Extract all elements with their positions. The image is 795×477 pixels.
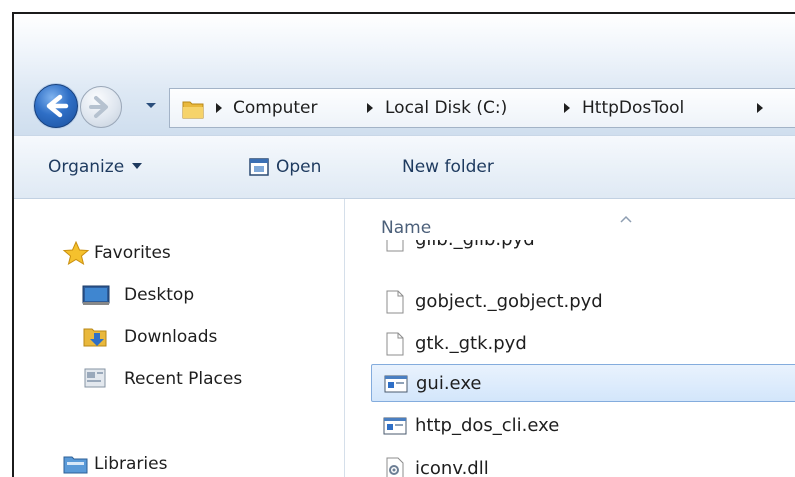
downloads-icon	[83, 328, 107, 347]
explorer-window: Computer Local Disk (C:) HttpDosTool Org…	[12, 12, 795, 477]
file-row[interactable]: iconv.dll	[371, 450, 795, 477]
back-arrow-icon	[46, 94, 69, 118]
nav-recent-places[interactable]: Recent Places	[124, 368, 242, 390]
forward-arrow-icon	[89, 96, 108, 118]
open-app-icon	[249, 158, 269, 176]
file-name: gtk._gtk.pyd	[415, 333, 527, 354]
nav-desktop[interactable]: Desktop	[124, 284, 194, 306]
file-row[interactable]: glib._glib.pyd	[371, 240, 795, 260]
breadcrumb-separator-icon[interactable]	[365, 102, 375, 114]
open-button[interactable]: Open	[276, 156, 321, 178]
title-bar: Computer Local Disk (C:) HttpDosTool	[14, 14, 795, 135]
nav-favorites[interactable]: Favorites	[94, 242, 171, 264]
file-row[interactable]: gobject._gobject.pyd	[371, 283, 795, 321]
navigation-pane: Favorites Desktop Downloads Recent Place…	[14, 199, 344, 477]
libraries-icon	[63, 456, 88, 474]
blank-file-icon	[386, 290, 404, 314]
file-name: glib._glib.pyd	[415, 240, 535, 251]
blank-file-icon	[386, 332, 404, 356]
command-bar: Organize Open New folder	[14, 135, 795, 199]
dll-icon	[386, 457, 404, 477]
recent-pages-dropdown-icon[interactable]	[144, 98, 158, 112]
star-icon	[62, 241, 90, 265]
column-header-name[interactable]: Name	[381, 217, 431, 239]
exe-icon	[384, 375, 408, 393]
breadcrumb-separator-icon[interactable]	[214, 102, 224, 114]
sort-ascending-icon	[620, 215, 632, 223]
file-row-selected[interactable]: gui.exe	[371, 364, 795, 402]
breadcrumb-computer[interactable]: Computer	[233, 97, 318, 119]
blank-file-icon	[386, 240, 404, 252]
file-name: iconv.dll	[415, 458, 489, 477]
breadcrumb-separator-icon[interactable]	[562, 102, 572, 114]
chevron-down-icon	[132, 163, 143, 169]
breadcrumb-separator-icon[interactable]	[755, 102, 765, 114]
exe-icon	[383, 417, 407, 435]
new-folder-button[interactable]: New folder	[402, 156, 494, 178]
breadcrumb-local-disk[interactable]: Local Disk (C:)	[385, 97, 507, 119]
back-button[interactable]	[34, 84, 78, 128]
organize-button[interactable]: Organize	[48, 156, 143, 178]
file-list: Name glib._glib.pyd gobject._gobject.pyd…	[345, 199, 795, 477]
desktop-icon	[82, 285, 110, 305]
nav-libraries[interactable]: Libraries	[94, 453, 167, 475]
file-name: gui.exe	[416, 373, 482, 394]
file-row[interactable]: http_dos_cli.exe	[371, 407, 795, 445]
organize-label: Organize	[48, 157, 125, 177]
file-name: http_dos_cli.exe	[415, 415, 560, 436]
address-bar[interactable]: Computer Local Disk (C:) HttpDosTool	[169, 88, 795, 128]
breadcrumb-httpdostool[interactable]: HttpDosTool	[582, 97, 684, 119]
folder-icon	[182, 101, 204, 119]
forward-button[interactable]	[80, 86, 122, 128]
nav-downloads[interactable]: Downloads	[124, 326, 217, 348]
file-name: gobject._gobject.pyd	[415, 291, 603, 312]
recent-places-icon	[84, 368, 106, 388]
file-row[interactable]: gtk._gtk.pyd	[371, 325, 795, 363]
